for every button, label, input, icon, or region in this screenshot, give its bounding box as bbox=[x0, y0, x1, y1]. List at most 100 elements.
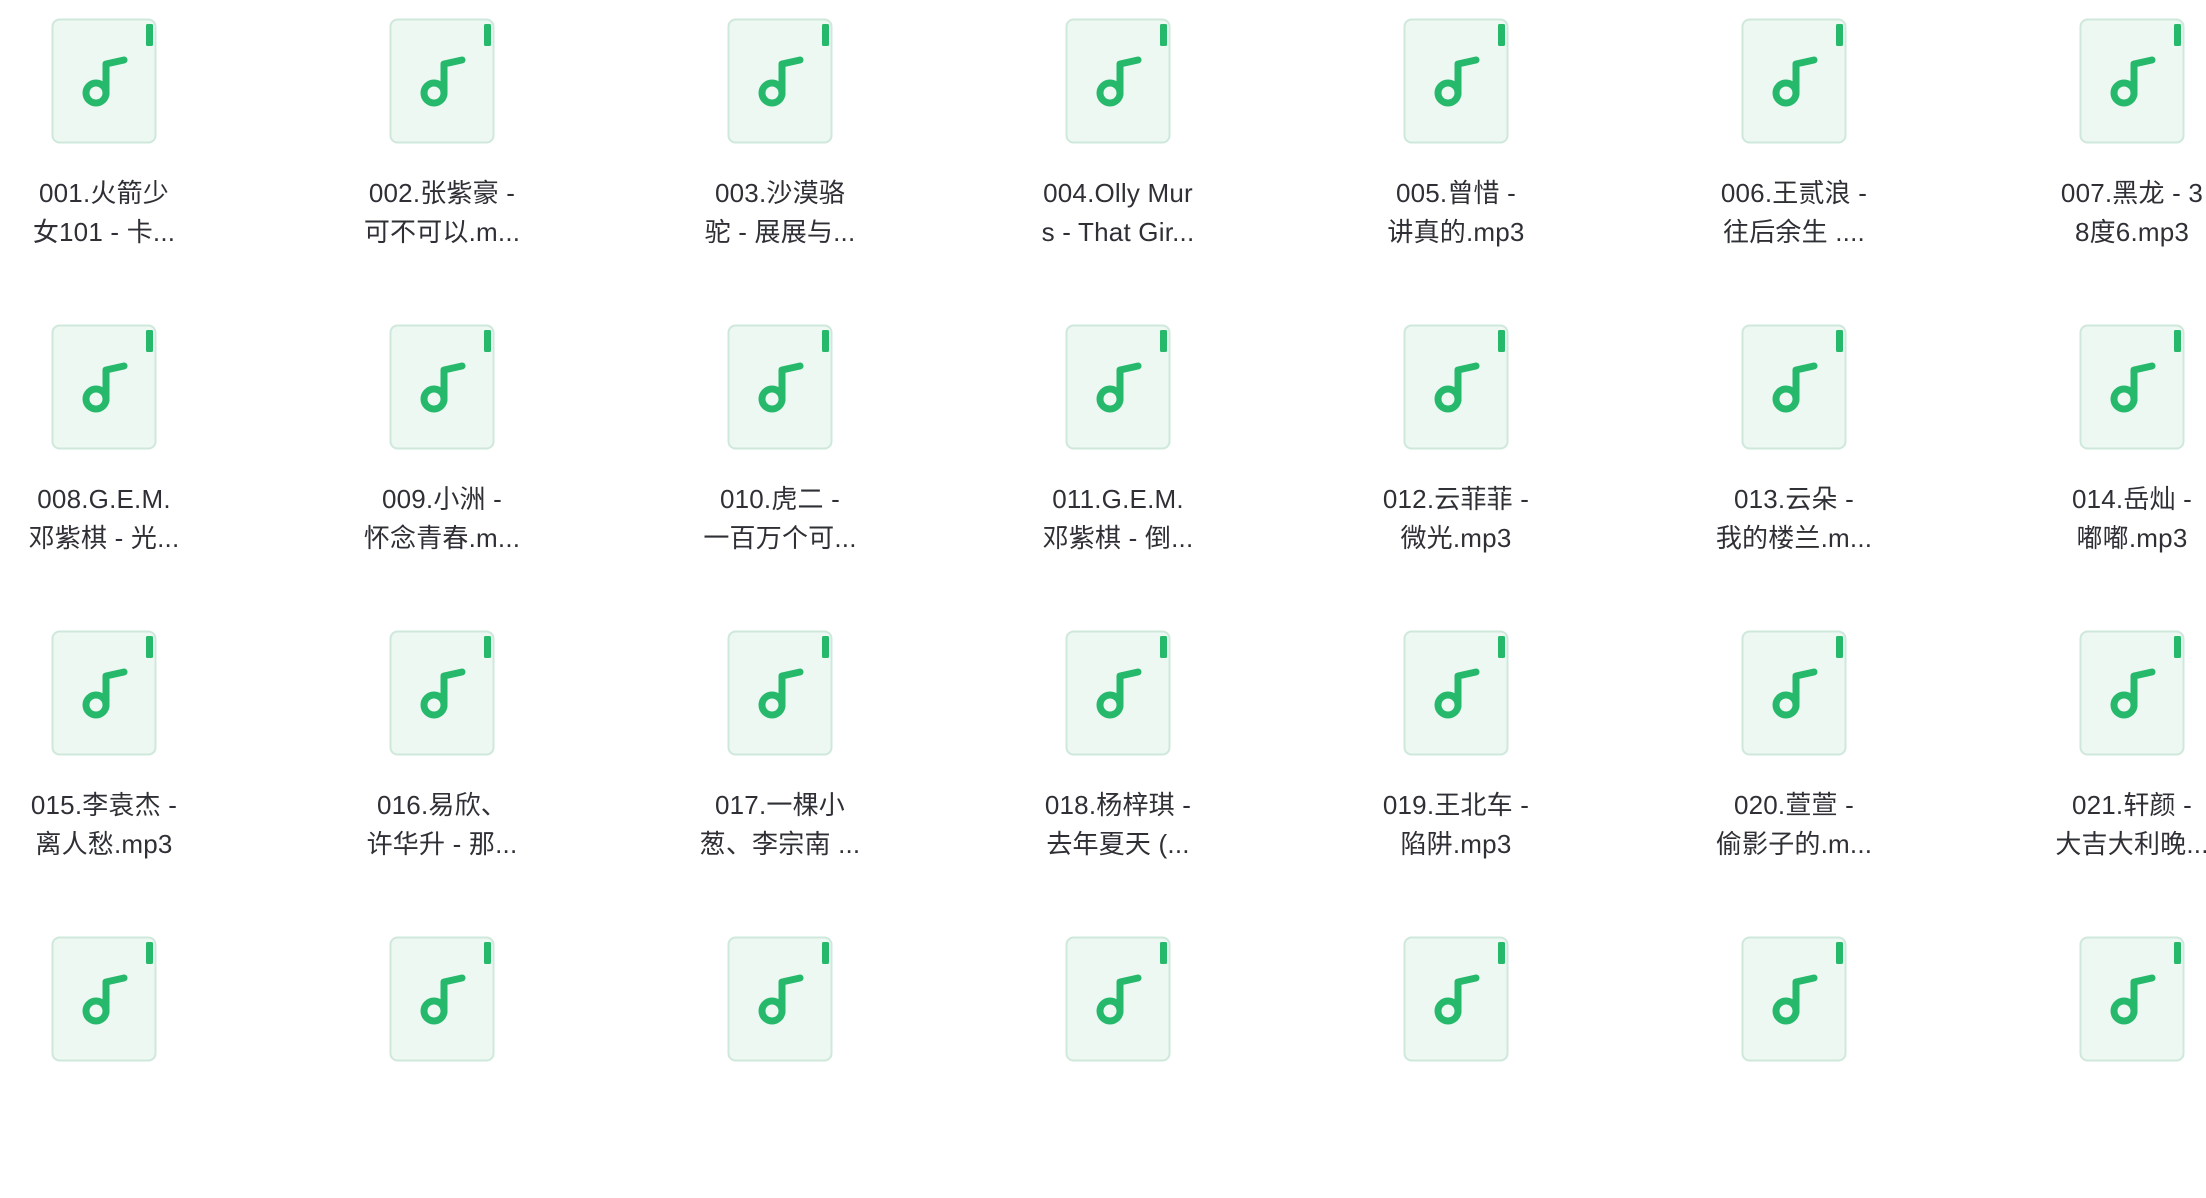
file-name-line-2: 往后余生 .... bbox=[1723, 217, 1865, 247]
music-file-icon bbox=[727, 324, 833, 450]
file-name-line-2: s - That Gir... bbox=[1041, 217, 1195, 247]
file-item[interactable]: 005.曾惜 - 讲真的.mp3 bbox=[1356, 0, 1556, 280]
file-name: 001.火箭少 女101 - 卡... bbox=[4, 174, 204, 252]
file-name: 007.黑龙 - 3 8度6.mp3 bbox=[2032, 174, 2206, 252]
file-name: 009.小洲 - 怀念青春.m... bbox=[342, 480, 542, 558]
file-name: 012.云菲菲 - 微光.mp3 bbox=[1356, 480, 1556, 558]
music-file-icon bbox=[727, 18, 833, 144]
music-file-icon bbox=[1065, 18, 1171, 144]
file-item[interactable] bbox=[1018, 918, 1218, 1198]
file-item[interactable]: 021.轩颜 - 大吉大利晚... bbox=[2032, 612, 2206, 892]
file-name-line-2: 偷影子的.m... bbox=[1715, 829, 1873, 859]
file-item[interactable]: 006.王贰浪 - 往后余生 .... bbox=[1694, 0, 1894, 280]
file-item[interactable]: 020.萱萱 - 偷影子的.m... bbox=[1694, 612, 1894, 892]
music-file-icon bbox=[1403, 18, 1509, 144]
file-name bbox=[4, 1092, 204, 1131]
file-item[interactable]: 017.一棵小 葱、李宗南 ... bbox=[680, 612, 880, 892]
file-item[interactable]: 010.虎二 - 一百万个可... bbox=[680, 306, 880, 586]
file-name-line-1: 002.张紫豪 - bbox=[368, 178, 516, 208]
file-name-line-1: 004.Olly Mur bbox=[1043, 178, 1193, 208]
file-name bbox=[2032, 1092, 2206, 1131]
file-name-line-2: 讲真的.mp3 bbox=[1387, 217, 1525, 247]
file-name-line-1: 001.火箭少 bbox=[38, 178, 169, 208]
music-file-icon bbox=[1403, 630, 1509, 756]
file-name-line-1: 008.G.E.M. bbox=[37, 484, 171, 514]
file-item[interactable]: 004.Olly Mur s - That Gir... bbox=[1018, 0, 1218, 280]
file-name: 006.王贰浪 - 往后余生 .... bbox=[1694, 174, 1894, 252]
file-name-line-2: 嘟嘟.mp3 bbox=[2076, 523, 2188, 553]
file-name-line-1: 009.小洲 - bbox=[381, 484, 503, 514]
file-name-line-1: 015.李袁杰 - bbox=[30, 790, 178, 820]
file-name-line-2: 邓紫棋 - 光... bbox=[28, 523, 180, 553]
file-name-line-2: 葱、李宗南 ... bbox=[699, 829, 861, 859]
file-name-line-1: 019.王北车 - bbox=[1382, 790, 1530, 820]
file-name-line-2: 许华升 - 那... bbox=[366, 829, 518, 859]
file-item[interactable] bbox=[4, 918, 204, 1198]
file-item[interactable]: 016.易欣、 许华升 - 那... bbox=[342, 612, 542, 892]
file-item[interactable]: 011.G.E.M. 邓紫棋 - 倒... bbox=[1018, 306, 1218, 586]
file-name: 010.虎二 - 一百万个可... bbox=[680, 480, 880, 558]
file-name: 002.张紫豪 - 可不可以.m... bbox=[342, 174, 542, 252]
file-name: 013.云朵 - 我的楼兰.m... bbox=[1694, 480, 1894, 558]
file-name-line-1: 018.杨梓琪 - bbox=[1044, 790, 1192, 820]
music-file-icon bbox=[2079, 324, 2185, 450]
file-item[interactable]: 012.云菲菲 - 微光.mp3 bbox=[1356, 306, 1556, 586]
music-file-icon bbox=[389, 936, 495, 1062]
music-file-icon bbox=[51, 18, 157, 144]
music-file-icon bbox=[1741, 324, 1847, 450]
file-name-line-1: 012.云菲菲 - bbox=[1382, 484, 1530, 514]
file-name-line-2: 8度6.mp3 bbox=[2074, 217, 2190, 247]
file-item[interactable]: 003.沙漠骆驼 - 展展与... bbox=[680, 0, 880, 280]
music-file-icon bbox=[389, 324, 495, 450]
file-name-line-1: 005.曾惜 - bbox=[1395, 178, 1517, 208]
music-file-icon bbox=[1403, 324, 1509, 450]
file-item[interactable]: 002.张紫豪 - 可不可以.m... bbox=[342, 0, 542, 280]
music-file-icon bbox=[51, 936, 157, 1062]
file-item[interactable]: 018.杨梓琪 - 去年夏天 (... bbox=[1018, 612, 1218, 892]
file-name-line-1: 020.萱萱 - bbox=[1733, 790, 1855, 820]
music-file-icon bbox=[1741, 936, 1847, 1062]
file-name-line-1: 011.G.E.M. bbox=[1052, 484, 1184, 514]
file-item[interactable] bbox=[342, 918, 542, 1198]
file-item[interactable]: 014.岳灿 - 嘟嘟.mp3 bbox=[2032, 306, 2206, 586]
music-file-icon bbox=[2079, 936, 2185, 1062]
file-item[interactable] bbox=[680, 918, 880, 1198]
file-item[interactable]: 008.G.E.M. 邓紫棋 - 光... bbox=[4, 306, 204, 586]
file-name: 016.易欣、 许华升 - 那... bbox=[342, 786, 542, 864]
file-name-line-2: 可不可以.m... bbox=[363, 217, 521, 247]
file-name: 005.曾惜 - 讲真的.mp3 bbox=[1356, 174, 1556, 252]
file-item[interactable]: 015.李袁杰 - 离人愁.mp3 bbox=[4, 612, 204, 892]
file-item[interactable]: 019.王北车 - 陷阱.mp3 bbox=[1356, 612, 1556, 892]
file-name-line-1: 003.沙漠骆 bbox=[714, 178, 845, 208]
music-file-icon bbox=[389, 18, 495, 144]
file-name-line-2: 邓紫棋 - 倒... bbox=[1042, 523, 1194, 553]
file-name-line-2: 一百万个可... bbox=[703, 523, 857, 553]
music-file-icon bbox=[1741, 18, 1847, 144]
file-item[interactable]: 009.小洲 - 怀念青春.m... bbox=[342, 306, 542, 586]
file-name-line-1: 016.易欣、 bbox=[376, 790, 507, 820]
file-name-line-2: 大吉大利晚... bbox=[2055, 829, 2206, 859]
file-name: 011.G.E.M. 邓紫棋 - 倒... bbox=[1018, 480, 1218, 558]
file-name: 014.岳灿 - 嘟嘟.mp3 bbox=[2032, 480, 2206, 558]
file-name-line-1: 006.王贰浪 - bbox=[1720, 178, 1868, 208]
file-item[interactable]: 007.黑龙 - 3 8度6.mp3 bbox=[2032, 0, 2206, 280]
file-name: 019.王北车 - 陷阱.mp3 bbox=[1356, 786, 1556, 864]
music-file-icon bbox=[1065, 324, 1171, 450]
file-name: 017.一棵小 葱、李宗南 ... bbox=[680, 786, 880, 864]
file-name-line-1: 021.轩颜 - bbox=[2071, 790, 2193, 820]
file-name bbox=[1018, 1092, 1218, 1131]
file-item[interactable] bbox=[1694, 918, 1894, 1198]
file-item[interactable]: 001.火箭少 女101 - 卡... bbox=[4, 0, 204, 280]
file-item[interactable] bbox=[2032, 918, 2206, 1198]
file-name: 004.Olly Mur s - That Gir... bbox=[1018, 174, 1218, 252]
file-name-line-2: 离人愁.mp3 bbox=[35, 829, 173, 859]
file-name bbox=[1356, 1092, 1556, 1131]
file-name-line-1: 010.虎二 - bbox=[719, 484, 841, 514]
music-file-icon bbox=[1403, 936, 1509, 1062]
file-name-line-2: 去年夏天 (... bbox=[1046, 829, 1190, 859]
file-name-line-2: 女101 - 卡... bbox=[32, 217, 176, 247]
music-file-icon bbox=[2079, 630, 2185, 756]
music-file-icon bbox=[1065, 630, 1171, 756]
file-item[interactable] bbox=[1356, 918, 1556, 1198]
file-item[interactable]: 013.云朵 - 我的楼兰.m... bbox=[1694, 306, 1894, 586]
